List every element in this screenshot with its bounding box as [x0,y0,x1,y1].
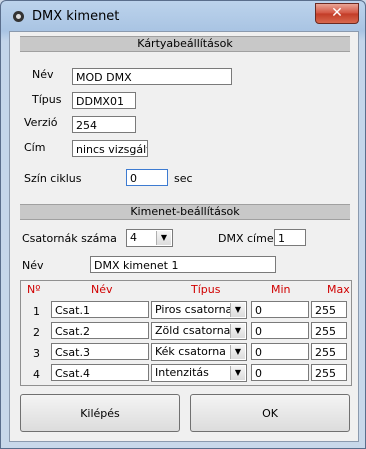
channel-max-field[interactable]: 255 [311,301,347,318]
channel-min-field[interactable]: 0 [251,322,309,339]
channel-count-label: Csatornák száma [22,232,117,245]
color-cycle-unit: sec [174,172,193,185]
color-cycle-label: Szín ciklus [24,172,82,185]
row-number: 4 [33,368,40,381]
channel-min-field[interactable]: 0 [251,364,309,381]
dialog-body: Kártyabeállítások Név MOD DMX Típus DDMX… [9,31,359,442]
channel-type-select[interactable]: Kék csatorna ▼ [151,343,247,361]
channel-name-field[interactable]: Csat.4 [51,364,149,381]
card-address-field[interactable]: nincs vizsgálva [72,140,148,157]
card-version-label: Verzió [24,116,58,129]
channel-type-value: Piros csatorna [155,303,233,316]
channel-max-field[interactable]: 255 [311,343,347,360]
close-button[interactable]: ✕ [315,3,359,24]
channel-type-select[interactable]: Piros csatorna ▼ [151,301,247,319]
color-cycle-field[interactable]: 0 [126,169,168,186]
channel-type-value: Intenzitás [155,366,209,379]
dmx-address-field[interactable]: 1 [274,229,306,246]
channel-type-value: Kék csatorna [155,345,226,358]
dmx-output-window: DMX kimenet ✕ Kártyabeállítások Név MOD … [0,0,366,449]
output-name-label: Név [22,259,44,272]
chevron-down-icon[interactable]: ▼ [156,231,171,245]
channel-min-field[interactable]: 0 [251,343,309,360]
column-header-name: Név [91,283,113,296]
channel-count-select[interactable]: 4 ▼ [126,229,173,247]
row-number: 3 [33,347,40,360]
title-bar: DMX kimenet ✕ [1,1,365,31]
row-number: 2 [33,326,40,339]
chevron-down-icon[interactable]: ▼ [230,366,245,380]
card-type-field[interactable]: DDMX01 [72,92,136,109]
output-settings-header: Kimenet-beállítások [20,204,350,220]
channel-name-field[interactable]: Csat.2 [51,322,149,339]
column-header-max: Max [327,283,350,296]
channel-type-select[interactable]: Zöld csatorna ▼ [151,322,247,340]
card-name-field[interactable]: MOD DMX [72,68,232,85]
channel-name-field[interactable]: Csat.3 [51,343,149,360]
card-address-label: Cím [24,141,46,154]
channel-name-field[interactable]: Csat.1 [51,301,149,318]
column-header-number: Nº [27,283,41,296]
exit-button[interactable]: Kilépés [20,394,180,432]
chevron-down-icon[interactable]: ▼ [230,324,245,338]
card-settings-header: Kártyabeállítások [20,36,350,52]
chevron-down-icon[interactable]: ▼ [230,345,245,359]
gear-icon [13,11,24,22]
card-version-field[interactable]: 254 [72,116,136,133]
channel-max-field[interactable]: 255 [311,322,347,339]
window-title: DMX kimenet [32,9,120,24]
channel-type-select[interactable]: Intenzitás ▼ [151,364,247,382]
channel-table: Nº Név Típus Min Max 1 Csat.1 Piros csat… [20,280,352,386]
column-header-min: Min [271,283,291,296]
channel-max-field[interactable]: 255 [311,364,347,381]
column-header-type: Típus [191,283,221,296]
chevron-down-icon[interactable]: ▼ [230,303,245,317]
card-name-label: Név [32,68,54,81]
channel-min-field[interactable]: 0 [251,301,309,318]
ok-button[interactable]: OK [190,394,350,432]
channel-count-value: 4 [130,231,137,244]
row-number: 1 [33,305,40,318]
dmx-address-label: DMX címek [218,232,280,245]
channel-type-value: Zöld csatorna [155,324,231,337]
output-name-field[interactable]: DMX kimenet 1 [90,256,276,273]
card-type-label: Típus [32,93,62,106]
